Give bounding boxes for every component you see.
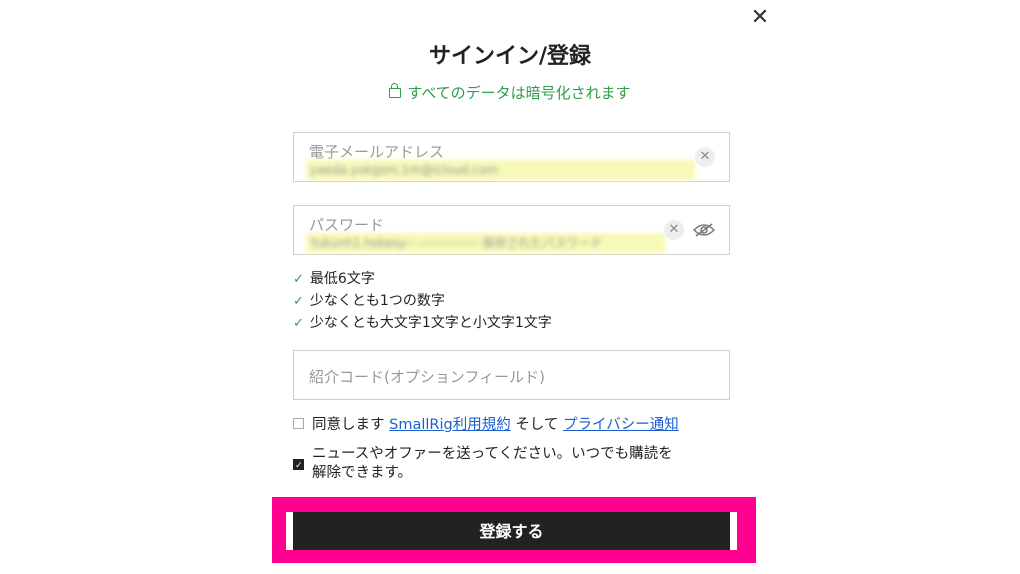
rule-text: 少なくとも大文字1文字と小文字1文字 — [309, 315, 552, 331]
lock-icon — [389, 83, 402, 98]
password-rules: ✓ 最低6文字 ✓ 少なくとも1つの数字 ✓ 少なくとも大文字1文字と小文字1文字 — [293, 268, 552, 334]
clear-email-icon[interactable]: ✕ — [695, 147, 715, 167]
rule-text: 少なくとも1つの数字 — [309, 293, 445, 309]
agree-prefix: 同意します — [312, 417, 385, 433]
rule-item: ✓ 少なくとも大文字1文字と小文字1文字 — [293, 312, 552, 334]
agree-middle: そして — [515, 417, 559, 433]
password-value: Yukunh1.hskesy-- -------------- 保存されたパスワ… — [306, 233, 665, 253]
register-button[interactable]: 登録する — [293, 512, 730, 550]
email-label: 電子メールアドレス — [309, 143, 445, 161]
page-title: サインイン/登録 — [428, 44, 592, 69]
terms-link[interactable]: SmallRig利用規約 — [389, 417, 511, 433]
button-edge-left — [286, 512, 293, 550]
email-value: yaeda.yokgsm.1m@icloud.com — [306, 160, 695, 180]
check-icon: ✓ — [293, 294, 304, 309]
password-label: パスワード — [309, 216, 385, 234]
terms-agreement: 同意します SmallRig利用規約 そして プライバシー通知 — [293, 413, 679, 434]
rule-item: ✓ 最低6文字 — [293, 268, 552, 290]
close-icon[interactable]: ✕ — [748, 6, 772, 30]
rule-item: ✓ 少なくとも1つの数字 — [293, 290, 552, 312]
eye-off-icon[interactable] — [693, 222, 715, 238]
email-field[interactable]: 電子メールアドレス yaeda.yokgsm.1m@icloud.com ✕ — [293, 132, 730, 182]
privacy-link[interactable]: プライバシー通知 — [563, 417, 679, 433]
rule-text: 最低6文字 — [309, 271, 375, 287]
secure-note-text: すべてのデータは暗号化されます — [407, 84, 631, 102]
password-field[interactable]: パスワード Yukunh1.hskesy-- -------------- 保存… — [293, 205, 730, 255]
check-icon: ✓ — [293, 272, 304, 287]
newsletter-optin: ニュースやオファーを送ってください。いつでも購読を 解除できます。 — [293, 445, 673, 483]
newsletter-line2: 解除できます。 — [312, 465, 413, 481]
secure-note: すべてのデータは暗号化されます — [0, 82, 1020, 103]
terms-checkbox[interactable] — [293, 417, 304, 429]
referral-placeholder: 紹介コード(オプションフィールド) — [309, 368, 545, 386]
newsletter-checkbox[interactable] — [293, 457, 304, 476]
newsletter-line1: ニュースやオファーを送ってください。いつでも購読を — [312, 446, 673, 462]
clear-password-icon[interactable]: ✕ — [664, 220, 684, 240]
button-edge-right — [730, 512, 737, 550]
referral-code-field[interactable]: 紹介コード(オプションフィールド) — [293, 350, 730, 400]
check-icon: ✓ — [293, 316, 304, 331]
